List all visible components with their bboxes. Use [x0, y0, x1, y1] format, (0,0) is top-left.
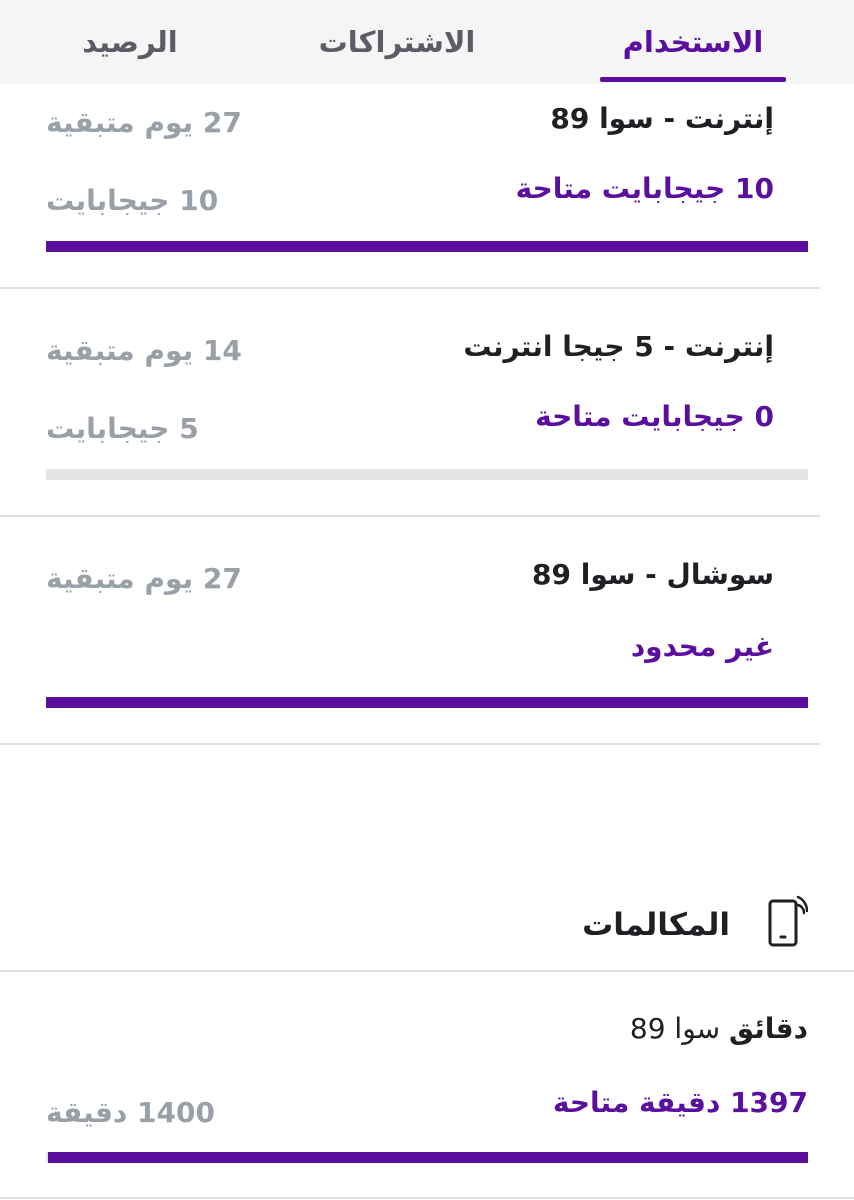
package-card: إنترنت - سوا 89 27 يوم متبقية 10 جيجاباي…: [0, 84, 820, 290]
active-tab-indicator: [600, 77, 786, 82]
usage-progress-fill: [46, 241, 808, 252]
calls-section-title: المكالمات: [582, 907, 730, 943]
days-remaining: 27 يوم متبقية: [46, 106, 242, 139]
usage-progress-bar: [46, 697, 808, 708]
package-title: إنترنت - سوا 89: [550, 102, 774, 135]
minutes-package-title: دقائق سوا 89: [630, 1012, 808, 1045]
tab-subscriptions[interactable]: الاشتراكات: [297, 0, 497, 84]
divider: [0, 743, 820, 745]
divider: [0, 287, 820, 289]
divider: [0, 515, 820, 517]
minutes-label: دقائق: [729, 1012, 808, 1045]
phone-icon: [768, 895, 808, 947]
divider: [0, 1197, 854, 1199]
usage-progress-bar: [46, 241, 808, 252]
package-title: إنترنت - 5 جيجا انترنت: [463, 330, 774, 363]
available-amount: 0 جيجابايت متاحة: [535, 400, 774, 433]
available-amount: 10 جيجابايت متاحة: [515, 172, 774, 205]
tab-usage[interactable]: الاستخدام: [593, 0, 793, 84]
days-remaining: 14 يوم متبقية: [46, 334, 242, 367]
package-title: سوشال - سوا 89: [532, 558, 774, 591]
package-card: إنترنت - 5 جيجا انترنت 14 يوم متبقية 0 ج…: [0, 290, 820, 518]
usage-tabs: الاستخدام الاشتراكات الرصيد: [0, 0, 854, 84]
usage-progress-fill: [46, 697, 808, 708]
package-card: سوشال - سوا 89 27 يوم متبقية غير محدود: [0, 518, 820, 746]
minutes-progress-fill: [47, 1152, 808, 1163]
calls-section-header: المكالمات: [408, 895, 808, 955]
total-minutes: 1400 دقيقة: [46, 1096, 215, 1129]
days-remaining: 27 يوم متبقية: [46, 562, 242, 595]
available-amount: غير محدود: [630, 630, 774, 663]
tab-balance[interactable]: الرصيد: [30, 0, 230, 84]
divider: [0, 970, 854, 972]
total-amount: 10 جيجابايت: [46, 184, 219, 217]
total-amount: 5 جيجابايت: [46, 412, 199, 445]
minutes-progress-bar: [46, 1152, 808, 1163]
minutes-plan-name: سوا 89: [629, 1012, 721, 1045]
usage-progress-bar: [46, 469, 808, 480]
available-minutes: 1397 دقيقة متاحة: [552, 1086, 808, 1119]
